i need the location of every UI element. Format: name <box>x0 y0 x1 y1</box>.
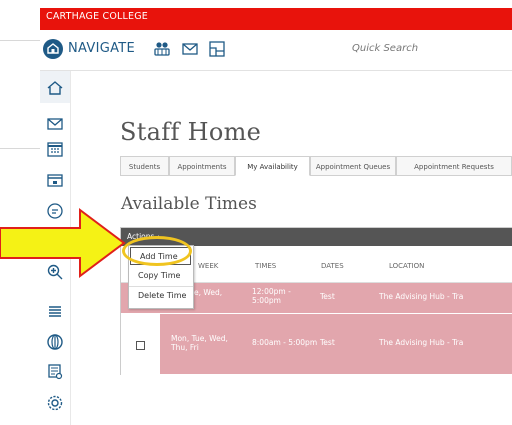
tab-appointment-requests[interactable]: Appointment Requests <box>396 156 512 176</box>
dates-cell: Test <box>320 338 335 347</box>
list-icon[interactable] <box>46 303 64 321</box>
times-cell: 8:00am - 5:00pm <box>252 338 318 347</box>
row-select-cell <box>121 314 160 374</box>
quick-search-input[interactable]: Quick Search <box>352 43 418 54</box>
tab-appointment-queues[interactable]: Appointment Queues <box>310 156 396 176</box>
arrow-annotation <box>0 208 126 278</box>
row-checkbox[interactable] <box>136 341 145 350</box>
menu-item-delete-time[interactable]: Delete Time <box>129 286 193 305</box>
location-cell: The Advising Hub - Tra <box>379 338 464 347</box>
tab-appointments[interactable]: Appointments <box>169 156 235 176</box>
settings-icon[interactable] <box>46 394 64 412</box>
menu-item-copy-time[interactable]: Copy Time <box>129 267 193 285</box>
report-icon[interactable] <box>46 363 64 381</box>
times-cell: 12:00pm - 5:00pm <box>252 287 291 305</box>
left-divider <box>0 40 40 41</box>
app-name: NAVIGATE <box>68 41 136 56</box>
column-header[interactable]: WEEK <box>198 262 218 270</box>
dates-cell: Test <box>320 292 335 301</box>
section-title: Available Times <box>121 194 257 214</box>
mail-icon[interactable] <box>46 115 64 133</box>
days-cell: Mon, Tue, Wed, Thu, Fri <box>171 334 228 352</box>
location-cell: The Advising Hub - Tra <box>379 292 464 301</box>
top-bar: CARTHAGE COLLEGE <box>40 8 512 30</box>
tab-students[interactable]: Students <box>120 156 169 176</box>
highlight-circle <box>122 236 192 266</box>
page-title: Staff Home <box>120 118 262 146</box>
days-cell: e, Wed, <box>194 288 223 297</box>
column-header[interactable]: TIMES <box>255 262 276 270</box>
table-row[interactable]: Mon, Tue, Wed, Thu, Fri 8:00am - 5:00pm … <box>121 314 512 375</box>
tab-my-availability[interactable]: My Availability <box>235 156 310 176</box>
home-icon[interactable] <box>46 79 64 97</box>
inbox-icon[interactable] <box>46 172 64 190</box>
logo-icon[interactable] <box>43 39 63 59</box>
chart-icon[interactable] <box>208 41 226 57</box>
column-header[interactable]: DATES <box>321 262 344 270</box>
people-icon[interactable] <box>153 41 171 57</box>
column-header[interactable]: LOCATION <box>389 262 424 270</box>
calendar-icon[interactable] <box>46 140 64 158</box>
nav-bar: NAVIGATE Quick Search <box>40 30 512 71</box>
globe-icon[interactable] <box>46 333 64 351</box>
left-divider <box>0 148 40 149</box>
mail-icon[interactable] <box>181 41 199 57</box>
college-name: CARTHAGE COLLEGE <box>46 11 148 22</box>
